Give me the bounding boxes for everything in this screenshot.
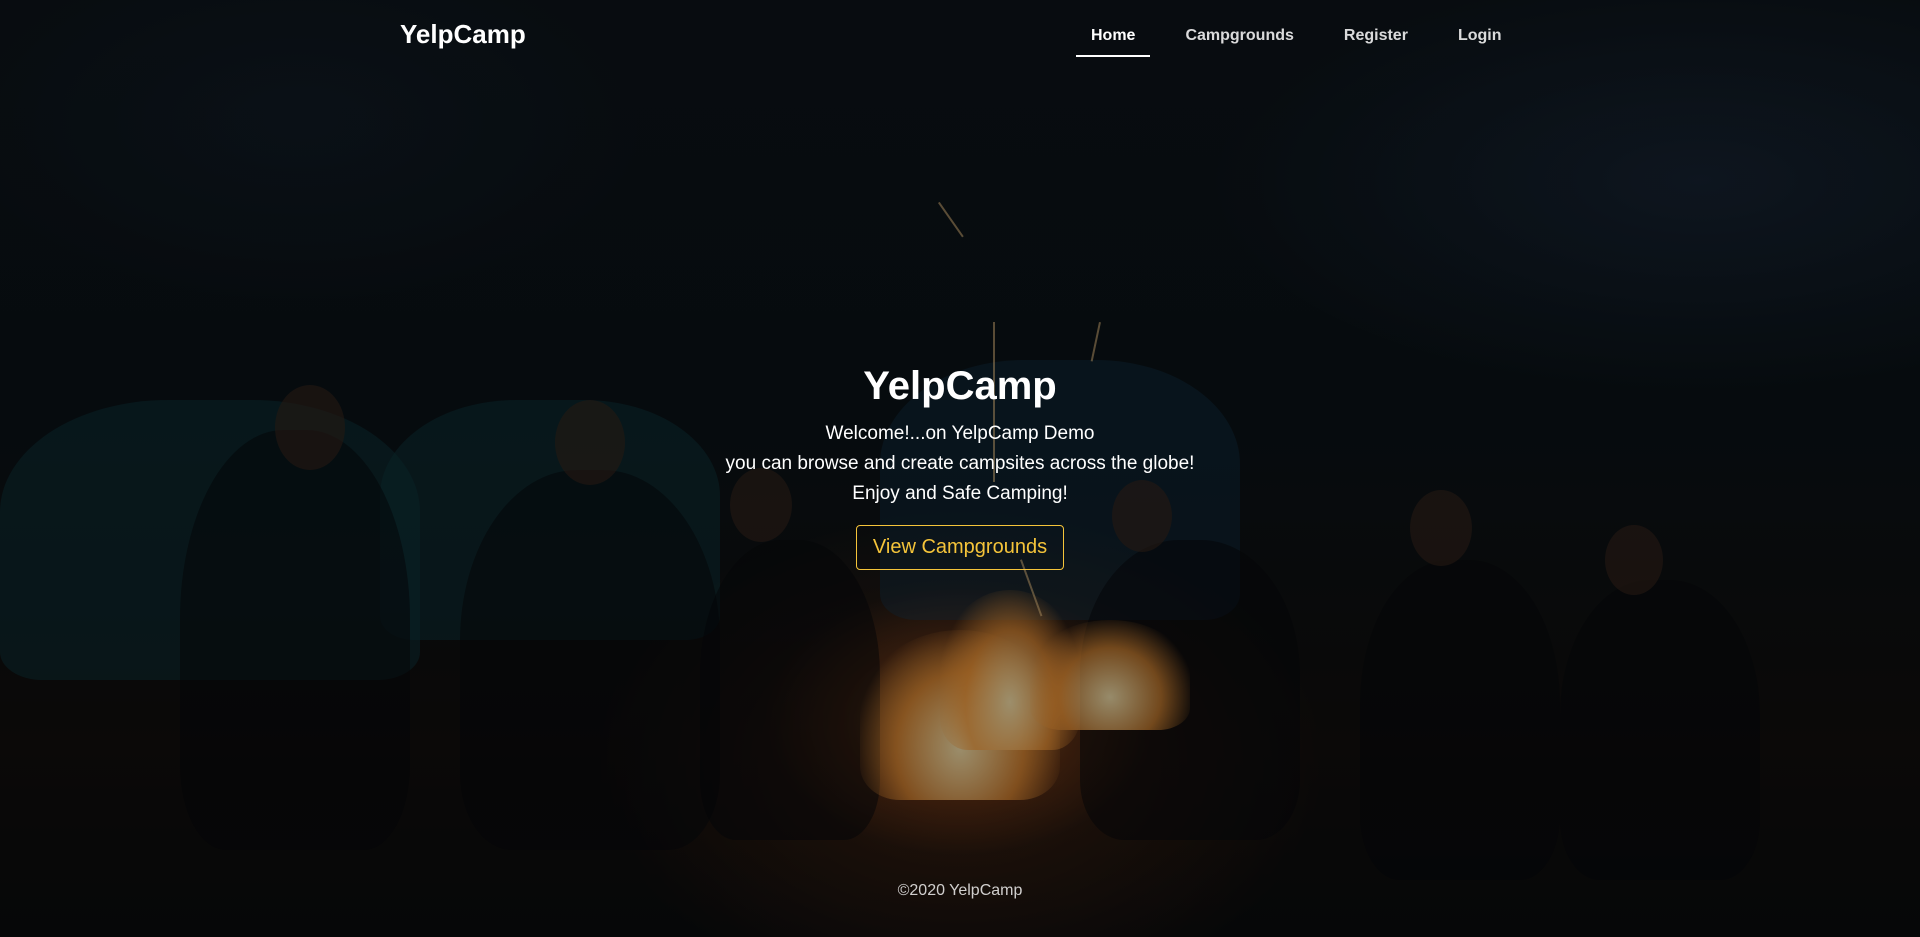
footer-copyright: ©2020 YelpCamp (897, 882, 1023, 899)
hero-section: YelpCamp Welcome!...on YelpCamp Demo you… (0, 362, 1920, 570)
nav-campgrounds-link[interactable]: Campgrounds (1170, 24, 1308, 57)
nav-register-link[interactable]: Register (1329, 24, 1423, 57)
hero-tagline-text: Enjoy and Safe Camping! (852, 483, 1068, 504)
hero-description-text: you can browse and create campsites acro… (725, 453, 1195, 474)
hero-title: YelpCamp (863, 364, 1057, 408)
navbar: YelpCamp Home Campgrounds Register Login (0, 0, 1920, 70)
brand-logo[interactable]: YelpCamp (400, 19, 526, 50)
nav-home-link[interactable]: Home (1076, 24, 1151, 57)
view-campgrounds-button[interactable]: View Campgrounds (855, 525, 1065, 570)
hero-welcome-text: Welcome!...on YelpCamp Demo (825, 423, 1095, 444)
nav-login-link[interactable]: Login (1443, 24, 1517, 57)
nav-links: Home Campgrounds Register Login (1076, 24, 1536, 57)
